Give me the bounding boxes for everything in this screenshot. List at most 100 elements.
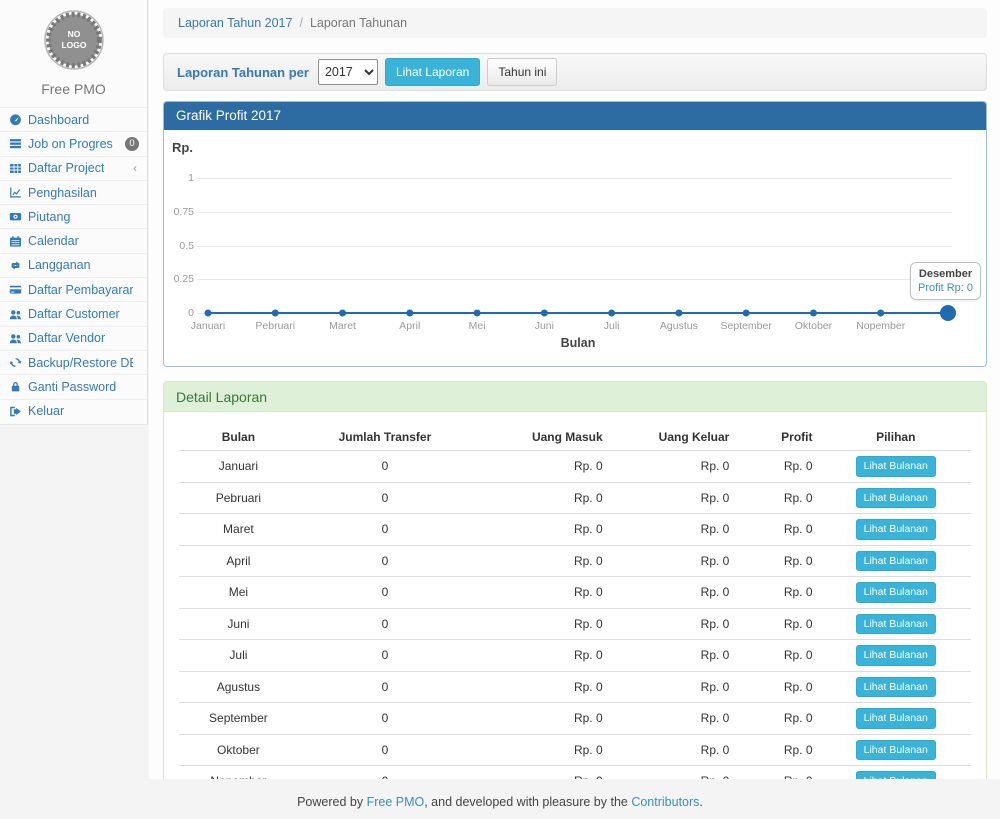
cell-uang_keluar: Rp. 0: [611, 577, 738, 609]
column-header-uang-masuk: Uang Masuk: [472, 424, 611, 451]
main-content: Laporan Tahun 2017/Laporan Tahunan Lapor…: [149, 0, 1000, 779]
sidebar-item-dashboard[interactable]: Dashboard: [0, 107, 147, 131]
sidebar-item-label: Dashboard: [28, 113, 89, 127]
sidebar-item-daftar-customer[interactable]: Daftar Customer: [0, 301, 147, 325]
sidebar-item-label: Keluar: [28, 404, 64, 418]
cell-profit: Rp. 0: [737, 545, 820, 577]
cell-uang_keluar: Rp. 0: [611, 671, 738, 703]
view-monthly-button-september[interactable]: Lihat Bulanan: [856, 708, 936, 729]
profit-chart[interactable]: Rp. Bulan 00.250.50.751JanuariPebruariMa…: [164, 130, 986, 366]
chevron-left-icon: ‹: [133, 161, 139, 175]
data-point[interactable]: [810, 310, 817, 317]
sidebar-item-label: Daftar Project: [28, 161, 104, 175]
table-row: April0Rp. 0Rp. 0Rp. 0Lihat Bulanan: [179, 545, 971, 577]
cell-jumlah_transfer: 0: [298, 703, 472, 735]
refresh-icon: [9, 356, 22, 369]
cell-pilihan: Lihat Bulanan: [821, 608, 972, 640]
cell-bulan: September: [179, 703, 298, 735]
view-monthly-button-maret[interactable]: Lihat Bulanan: [856, 519, 936, 540]
cell-uang_keluar: Rp. 0: [611, 451, 738, 483]
sidebar-item-job-on-progress[interactable]: Job on Progress0: [0, 131, 147, 155]
cell-uang_keluar: Rp. 0: [611, 608, 738, 640]
sidebar-item-daftar-vendor[interactable]: Daftar Vendor: [0, 326, 147, 350]
cell-profit: Rp. 0: [737, 482, 820, 514]
data-point[interactable]: [743, 310, 750, 317]
sidebar-item-calendar[interactable]: Calendar: [0, 228, 147, 252]
credit-card-icon: [9, 283, 22, 296]
footer-text-middle: , and developed with pleasure by the: [424, 795, 631, 809]
view-report-button[interactable]: Lihat Laporan: [385, 58, 480, 86]
cell-uang_masuk: Rp. 0: [472, 766, 611, 780]
view-monthly-button-mei[interactable]: Lihat Bulanan: [856, 582, 936, 603]
footer-link-contributors[interactable]: Contributors: [631, 795, 699, 809]
data-point[interactable]: [406, 310, 413, 317]
cell-pilihan: Lihat Bulanan: [821, 766, 972, 780]
users-icon: [9, 332, 22, 345]
chart-tooltip: Desember Profit Rp: 0: [910, 262, 981, 300]
cell-pilihan: Lihat Bulanan: [821, 545, 972, 577]
data-point[interactable]: [541, 310, 548, 317]
cell-profit: Rp. 0: [737, 451, 820, 483]
this-year-button[interactable]: Tahun ini: [487, 58, 557, 86]
view-monthly-button-nopember[interactable]: Lihat Bulanan: [856, 771, 936, 779]
cell-profit: Rp. 0: [737, 766, 820, 780]
sidebar-item-daftar-project[interactable]: Daftar Project ‹: [0, 156, 147, 180]
data-point[interactable]: [272, 310, 279, 317]
cell-pilihan: Lihat Bulanan: [821, 482, 972, 514]
cell-jumlah_transfer: 0: [298, 545, 472, 577]
cell-uang_masuk: Rp. 0: [472, 482, 611, 514]
profit-chart-panel: Grafik Profit 2017 Rp. Bulan 00.250.50.7…: [163, 101, 987, 367]
view-monthly-button-april[interactable]: Lihat Bulanan: [856, 551, 936, 572]
cell-bulan: Oktober: [179, 734, 298, 766]
sidebar-menu: Dashboard Job on Progress0 Daftar Project ‹…: [0, 107, 147, 423]
breadcrumb-link-year-report[interactable]: Laporan Tahun 2017: [178, 16, 292, 30]
column-header-bulan: Bulan: [179, 424, 298, 451]
data-point[interactable]: [675, 310, 682, 317]
svg-text:NO: NO: [67, 29, 80, 39]
breadcrumb-separator: /: [299, 16, 302, 30]
view-monthly-button-agustus[interactable]: Lihat Bulanan: [856, 677, 936, 698]
data-point[interactable]: [474, 310, 481, 317]
sidebar-item-backup-restore-db[interactable]: Backup/Restore DB: [0, 350, 147, 374]
footer-text-suffix: .: [699, 795, 702, 809]
sidebar-item-langganan[interactable]: Langganan: [0, 253, 147, 277]
detail-panel-body: BulanJumlah TransferUang MasukUang Kelua…: [164, 412, 986, 779]
table-row: Juli0Rp. 0Rp. 0Rp. 0Lihat Bulanan: [179, 640, 971, 672]
cell-pilihan: Lihat Bulanan: [821, 671, 972, 703]
sidebar-item-label: Piutang: [28, 210, 70, 224]
table-row: Nopember0Rp. 0Rp. 0Rp. 0Lihat Bulanan: [179, 766, 971, 780]
view-monthly-button-juli[interactable]: Lihat Bulanan: [856, 645, 936, 666]
sidebar-item-label: Ganti Password: [28, 380, 116, 394]
sidebar-item-ganti-password[interactable]: Ganti Password: [0, 374, 147, 398]
cell-uang_masuk: Rp. 0: [472, 608, 611, 640]
cell-jumlah_transfer: 0: [298, 734, 472, 766]
footer-text: Powered by: [297, 795, 366, 809]
view-monthly-button-januari[interactable]: Lihat Bulanan: [856, 456, 936, 477]
annual-report-page: NO LOGO Free PMO Dashboard Job on Progres…: [0, 0, 1000, 819]
svg-text:LOGO: LOGO: [61, 40, 86, 50]
cell-pilihan: Lihat Bulanan: [821, 577, 972, 609]
data-point[interactable]: [877, 310, 884, 317]
view-monthly-button-oktober[interactable]: Lihat Bulanan: [856, 740, 936, 761]
column-header-jumlah-transfer: Jumlah Transfer: [298, 424, 472, 451]
data-point[interactable]: [608, 310, 615, 317]
cell-jumlah_transfer: 0: [298, 608, 472, 640]
sidebar-item-piutang[interactable]: Piutang: [0, 204, 147, 228]
cell-bulan: Nopember: [179, 766, 298, 780]
table-row: Januari0Rp. 0Rp. 0Rp. 0Lihat Bulanan: [179, 451, 971, 483]
sidebar-item-penghasilan[interactable]: Penghasilan: [0, 180, 147, 204]
cell-uang_masuk: Rp. 0: [472, 703, 611, 735]
data-point[interactable]: [339, 310, 346, 317]
view-monthly-button-juni[interactable]: Lihat Bulanan: [856, 614, 936, 635]
footer-link-freepmo[interactable]: Free PMO: [367, 795, 425, 809]
view-monthly-button-pebruari[interactable]: Lihat Bulanan: [856, 488, 936, 509]
data-point[interactable]: [205, 310, 212, 317]
tasks-icon: [9, 137, 22, 150]
sidebar-item-keluar[interactable]: Keluar: [0, 399, 147, 423]
table-row: Oktober0Rp. 0Rp. 0Rp. 0Lihat Bulanan: [179, 734, 971, 766]
sidebar-item-label: Daftar Customer: [28, 307, 120, 321]
year-select[interactable]: 2017: [318, 59, 378, 85]
cell-profit: Rp. 0: [737, 577, 820, 609]
data-point-desember-active[interactable]: [940, 305, 956, 321]
sidebar-item-daftar-pembayaran[interactable]: Daftar Pembayaran: [0, 277, 147, 301]
